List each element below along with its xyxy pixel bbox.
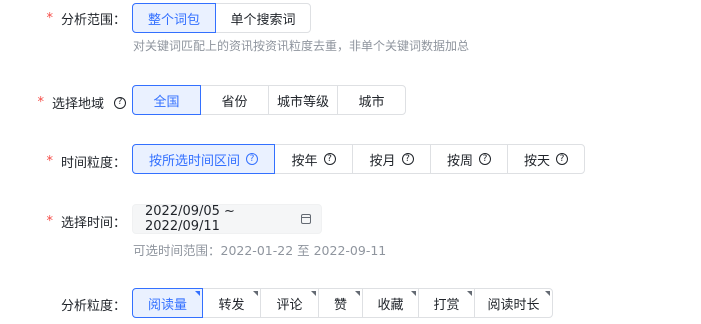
region-option-province[interactable]: 省份 <box>200 85 269 115</box>
required-asterisk: * <box>46 214 53 229</box>
analysis-option-favorites[interactable]: 收藏 <box>362 288 419 318</box>
scope-label-text: 分析范围： <box>60 13 126 28</box>
scope-hint: 对关键词匹配上的资讯按资讯粒度去重，非单个关键词数据加总 <box>133 39 470 53</box>
required-asterisk: * <box>46 11 53 26</box>
question-circle-icon[interactable]: ? <box>556 153 568 165</box>
scope-option-single-term[interactable]: 单个搜索词 <box>215 3 311 33</box>
corner-marker-icon <box>253 291 258 296</box>
analysis-label-text: 分析粒度： <box>60 299 126 314</box>
analysis-option-tips[interactable]: 打赏 <box>418 288 475 318</box>
analysis-option-reads[interactable]: 阅读量 <box>132 288 203 318</box>
region-label: * 选择地域 ? <box>37 93 126 112</box>
region-label-text: 选择地域 <box>51 97 104 112</box>
required-asterisk: * <box>46 154 53 169</box>
date-range-picker[interactable]: 2022/09/05 ~ 2022/09/11 <box>132 204 322 234</box>
analysis-label: 分析粒度： <box>61 295 126 314</box>
time-option-week[interactable]: 按周 ? <box>430 144 508 174</box>
time-option-month[interactable]: 按月 ? <box>352 144 431 174</box>
question-circle-icon[interactable]: ? <box>479 153 491 165</box>
time-option-year[interactable]: 按年 ? <box>274 144 353 174</box>
corner-marker-icon <box>467 291 472 296</box>
question-circle-icon[interactable]: ? <box>246 153 258 165</box>
analysis-option-likes[interactable]: 赞 <box>318 288 363 318</box>
analysis-option-comments[interactable]: 评论 <box>260 288 319 318</box>
region-option-nationwide[interactable]: 全国 <box>132 85 201 115</box>
required-asterisk: * <box>37 95 44 110</box>
corner-marker-icon <box>411 291 416 296</box>
date-range-value: 2022/09/05 ~ 2022/09/11 <box>145 204 235 234</box>
time-option-selected-range[interactable]: 按所选时间区间 ? <box>132 144 275 174</box>
time-range-hint: 可选时间范围：2022-01-22 至 2022-09-11 <box>133 243 387 258</box>
time-granularity-label: * 时间粒度： <box>46 152 126 171</box>
corner-marker-icon <box>545 291 550 296</box>
question-circle-icon[interactable]: ? <box>323 153 336 165</box>
question-circle-icon[interactable]: ? <box>114 96 126 109</box>
time-select-label-text: 选择时间： <box>60 216 126 231</box>
scope-segmented-control: 整个词包 单个搜索词 <box>132 3 311 33</box>
analysis-option-shares[interactable]: 转发 <box>202 288 261 318</box>
region-option-city[interactable]: 城市 <box>337 85 406 115</box>
calendar-icon[interactable] <box>301 214 311 224</box>
corner-marker-icon <box>311 291 316 296</box>
scope-label: * 分析范围： <box>46 9 126 28</box>
question-circle-icon[interactable]: ? <box>401 153 414 165</box>
time-select-label: * 选择时间： <box>46 212 126 231</box>
analysis-option-read-duration[interactable]: 阅读时长 <box>474 288 553 318</box>
time-option-day[interactable]: 按天 ? <box>507 144 585 174</box>
time-granularity-segmented-control: 按所选时间区间 ? 按年 ? 按月 ? 按周 ? 按天 ? <box>132 144 585 174</box>
region-option-city-tier[interactable]: 城市等级 <box>268 85 338 115</box>
corner-marker-icon <box>195 291 200 296</box>
region-segmented-control: 全国 省份 城市等级 城市 <box>132 85 406 115</box>
scope-option-whole-package[interactable]: 整个词包 <box>132 3 216 33</box>
analysis-segmented-control: 阅读量 转发 评论 赞 收藏 打赏 阅读时长 <box>132 288 553 318</box>
time-granularity-label-text: 时间粒度： <box>60 156 126 171</box>
corner-marker-icon <box>355 291 360 296</box>
